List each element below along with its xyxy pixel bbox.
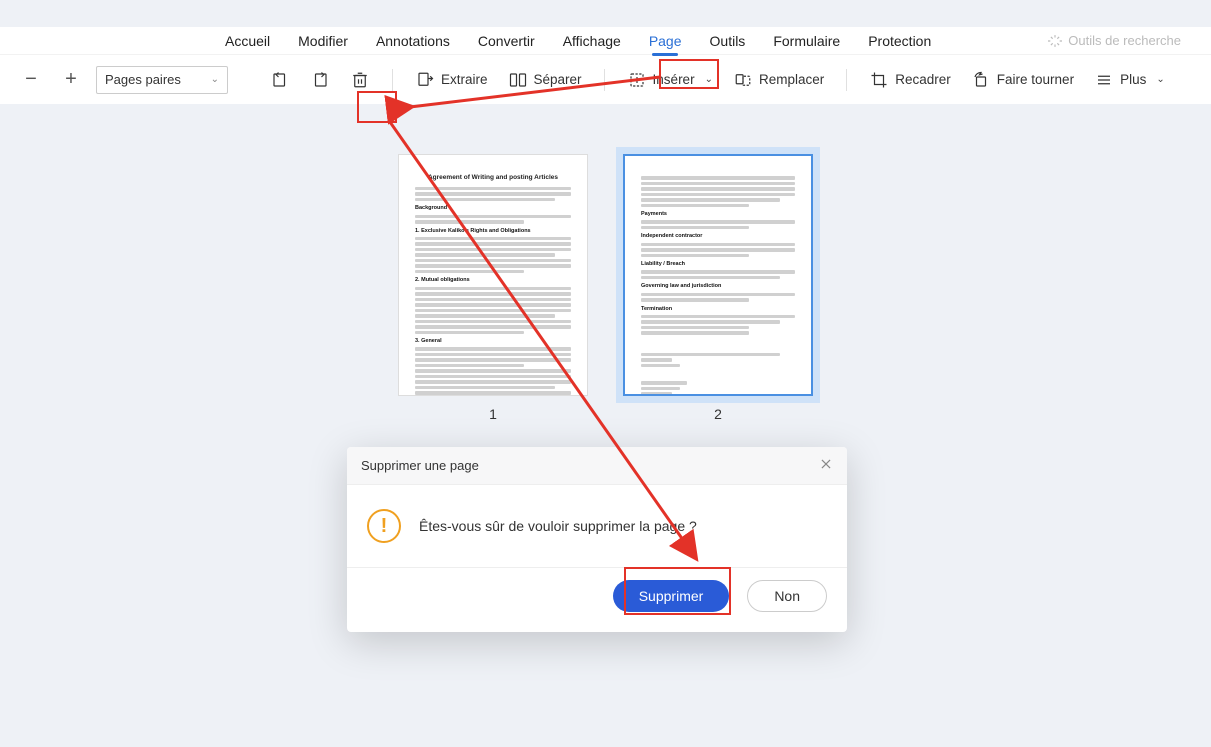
search-tools-label: Outils de recherche	[1068, 33, 1181, 48]
tab-formulaire[interactable]: Formulaire	[773, 30, 840, 52]
replace-icon	[733, 70, 753, 90]
tab-page[interactable]: Page	[649, 30, 682, 52]
insert-button[interactable]: Insérer ⌄	[623, 66, 717, 94]
insert-label: Insérer	[653, 72, 695, 87]
rotate-left-icon	[270, 70, 290, 90]
divider	[392, 69, 393, 91]
more-button[interactable]: Plus ⌄	[1090, 66, 1169, 94]
tab-strip: Accueil Modifier Annotations Convertir A…	[0, 27, 1211, 54]
split-label: Séparer	[534, 72, 582, 87]
dialog-message: Êtes-vous sûr de vouloir supprimer la pa…	[419, 518, 697, 534]
trash-icon	[350, 70, 370, 90]
page-thumbnail-2[interactable]: Payments Independent contractor Liabilit…	[623, 154, 813, 422]
divider	[846, 69, 847, 91]
tab-modifier[interactable]: Modifier	[298, 30, 348, 52]
warning-icon: !	[367, 509, 401, 543]
page-selection-dropdown[interactable]: Pages paires ⌄	[96, 66, 228, 94]
document-title: Agreement of Writing and posting Article…	[415, 173, 571, 183]
insert-icon	[627, 70, 647, 90]
page-number: 1	[489, 406, 497, 422]
replace-label: Remplacer	[759, 72, 824, 87]
split-icon	[508, 70, 528, 90]
divider	[604, 69, 605, 91]
chevron-down-icon: ⌄	[705, 74, 713, 85]
crop-button[interactable]: Recadrer	[865, 66, 955, 94]
chevron-down-icon: ⌄	[1156, 74, 1164, 85]
confirm-delete-button[interactable]: Supprimer	[613, 580, 730, 612]
delete-page-button[interactable]	[346, 66, 374, 94]
more-label: Plus	[1120, 72, 1146, 87]
zoom-out-button[interactable]: −	[18, 68, 44, 91]
rotate-button[interactable]: Faire tourner	[967, 66, 1078, 94]
zoom-in-button[interactable]: +	[58, 68, 84, 91]
delete-page-dialog: Supprimer une page ! Êtes-vous sûr de vo…	[347, 447, 847, 632]
more-icon	[1094, 70, 1114, 90]
dialog-close-button[interactable]	[819, 457, 833, 474]
sparkle-icon	[1048, 34, 1062, 48]
rotate-left-button[interactable]	[266, 66, 294, 94]
page-selection-value: Pages paires	[105, 72, 181, 87]
extract-icon	[415, 70, 435, 90]
rotate-label: Faire tourner	[997, 72, 1074, 87]
page-preview: Payments Independent contractor Liabilit…	[623, 154, 813, 396]
cancel-button[interactable]: Non	[747, 580, 827, 612]
search-tools[interactable]: Outils de recherche	[1048, 33, 1181, 48]
page-preview: Agreement of Writing and posting Article…	[398, 154, 588, 396]
tab-protection[interactable]: Protection	[868, 30, 931, 52]
replace-button[interactable]: Remplacer	[729, 66, 828, 94]
chevron-down-icon: ⌄	[211, 74, 219, 85]
split-button[interactable]: Séparer	[504, 66, 586, 94]
extract-label: Extraire	[441, 72, 488, 87]
tab-affichage[interactable]: Affichage	[563, 30, 621, 52]
toolbar: − + Pages paires ⌄ Extraire Séparer	[0, 54, 1211, 104]
crop-label: Recadrer	[895, 72, 951, 87]
page-grid: Agreement of Writing and posting Article…	[0, 154, 1211, 422]
page-thumbnail-1[interactable]: Agreement of Writing and posting Article…	[398, 154, 588, 422]
rotate-right-button[interactable]	[306, 66, 334, 94]
tab-outils[interactable]: Outils	[710, 30, 746, 52]
page-number: 2	[714, 406, 722, 422]
dialog-title: Supprimer une page	[361, 458, 479, 473]
crop-icon	[869, 70, 889, 90]
extract-button[interactable]: Extraire	[411, 66, 492, 94]
rotate-icon	[971, 70, 991, 90]
tab-accueil[interactable]: Accueil	[225, 30, 270, 52]
tab-convertir[interactable]: Convertir	[478, 30, 535, 52]
tab-annotations[interactable]: Annotations	[376, 30, 450, 52]
close-icon	[819, 457, 833, 471]
rotate-right-icon	[310, 70, 330, 90]
